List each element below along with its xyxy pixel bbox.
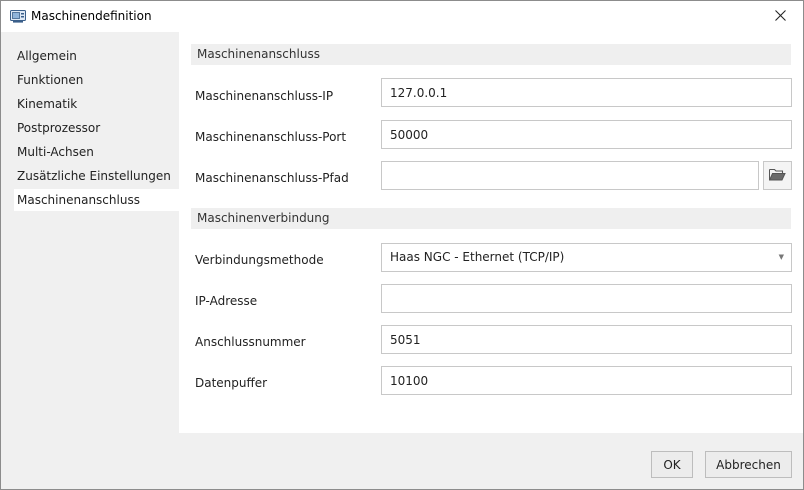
cancel-button[interactable]: Abbrechen [705,451,792,478]
close-icon [774,9,786,24]
port-number-input[interactable] [381,325,792,354]
path-input[interactable] [381,161,759,190]
settings-content: Maschinenanschluss Maschinenanschluss-IP… [179,32,803,433]
chevron-down-icon: ▼ [778,253,784,261]
folder-open-icon [769,168,786,184]
connection-method-select[interactable]: Haas NGC - Ethernet (TCP/IP) ▼ [381,243,792,272]
settings-nav: Allgemein Funktionen Kinematik Postproze… [1,32,179,433]
title-bar[interactable]: Maschinendefinition [1,1,803,32]
port-label: Maschinenanschluss-Port [195,130,347,144]
connection-method-value: Haas NGC - Ethernet (TCP/IP) [390,250,565,264]
ip-input[interactable] [381,78,792,107]
path-label: Maschinenanschluss-Pfad [195,171,349,185]
ip-label: Maschinenanschluss-IP [195,89,334,103]
machine-definition-icon [10,10,26,26]
ip-address-label: IP-Adresse [195,294,258,308]
nav-item-maschinenanschluss[interactable]: Maschinenanschluss [14,189,179,211]
nav-item-zusaetzliche-einstellungen[interactable]: Zusätzliche Einstellungen [14,165,179,187]
nav-item-funktionen[interactable]: Funktionen [14,69,179,91]
nav-item-allgemein[interactable]: Allgemein [14,45,179,67]
buffer-input[interactable] [381,366,792,395]
ok-button[interactable]: OK [651,451,693,478]
method-label: Verbindungsmethode [195,253,324,267]
ip-address-input[interactable] [381,284,792,313]
browse-button[interactable] [763,161,792,190]
close-button[interactable] [757,1,803,32]
nav-item-kinematik[interactable]: Kinematik [14,93,179,115]
port-number-label: Anschlussnummer [195,335,306,349]
port-input[interactable] [381,120,792,149]
buffer-label: Datenpuffer [195,376,268,390]
nav-item-multi-achsen[interactable]: Multi-Achsen [14,141,179,163]
nav-item-postprozessor[interactable]: Postprozessor [14,117,179,139]
dialog-window: Maschinendefinition Allgemein Funktionen… [0,0,804,490]
section-header-maschinenverbindung: Maschinenverbindung [191,208,791,229]
section-header-maschinenanschluss: Maschinenanschluss [191,44,791,65]
window-title: Maschinendefinition [31,9,152,23]
